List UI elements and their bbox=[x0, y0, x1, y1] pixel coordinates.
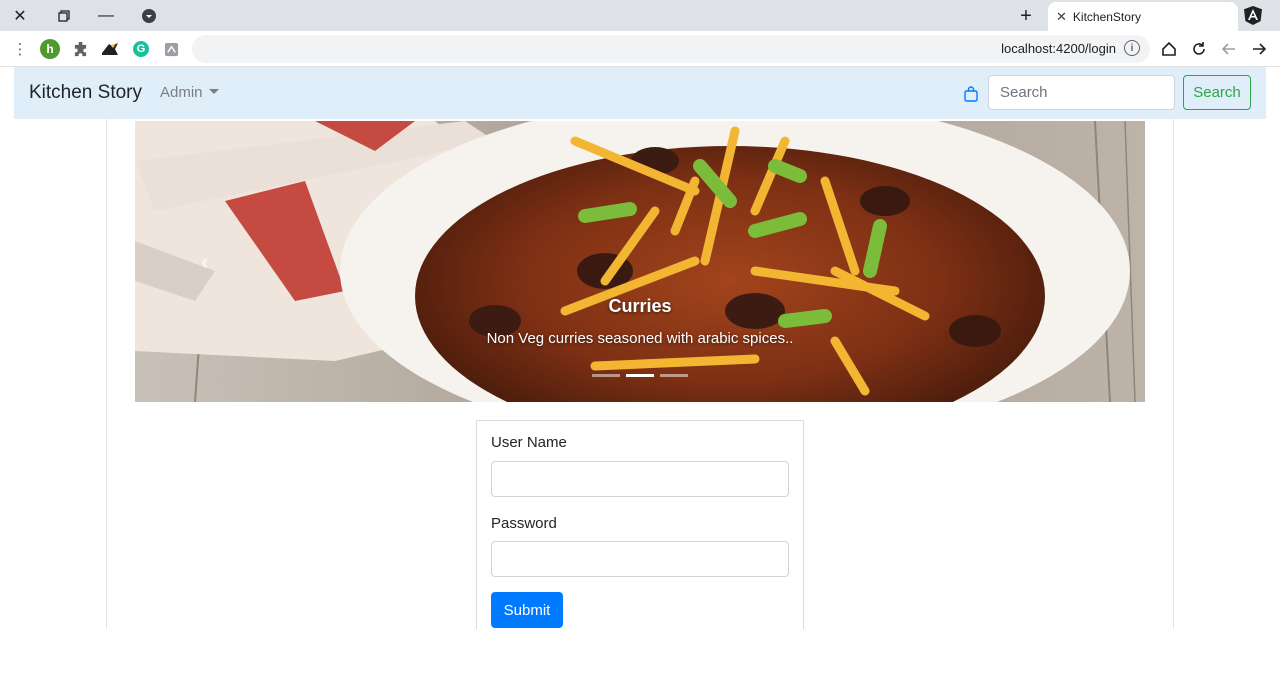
reload-icon[interactable] bbox=[1188, 38, 1210, 60]
extension-pdf-icon[interactable] bbox=[160, 38, 182, 60]
password-field[interactable] bbox=[491, 541, 789, 577]
submit-button[interactable]: Submit bbox=[491, 592, 563, 628]
app-navbar: Kitchen Story Admin Search bbox=[14, 67, 1266, 119]
admin-dropdown[interactable]: Admin bbox=[160, 84, 219, 101]
address-bar[interactable]: localhost:4200/login i bbox=[192, 35, 1150, 63]
tab-title: KitchenStory bbox=[1072, 9, 1141, 24]
site-info-icon[interactable]: i bbox=[1124, 40, 1140, 56]
browser-menu-icon[interactable]: ⋮ bbox=[9, 38, 31, 60]
browser-tab-strip: ✕ — + ✕ KitchenStory bbox=[0, 0, 1280, 31]
browser-toolbar: ⋮ h G ☆ localhost:4200/login i bbox=[0, 31, 1280, 67]
close-tab-icon[interactable]: ✕ bbox=[1056, 9, 1067, 25]
grammarly-icon[interactable]: G bbox=[133, 41, 149, 57]
username-field[interactable] bbox=[491, 461, 789, 497]
navbar-brand[interactable]: Kitchen Story bbox=[29, 82, 142, 104]
carousel-indicator-active[interactable] bbox=[626, 374, 654, 377]
carousel-indicator[interactable] bbox=[592, 374, 620, 377]
carousel-caption-text: Non Veg curries seasoned with arabic spi… bbox=[486, 330, 794, 347]
admin-dropdown-label: Admin bbox=[160, 84, 203, 101]
carousel-caption-title: Curries bbox=[608, 296, 672, 316]
carousel-prev-icon[interactable]: ‹ bbox=[201, 249, 217, 274]
carousel-indicator[interactable] bbox=[660, 374, 688, 377]
search-button[interactable]: Search bbox=[1183, 75, 1251, 110]
extension-dark-icon[interactable] bbox=[99, 38, 121, 60]
forward-arrow-icon[interactable] bbox=[1248, 38, 1270, 60]
carousel-slide-image bbox=[135, 121, 1145, 402]
carousel-caption: Curries Non Veg curries seasoned with ar… bbox=[135, 296, 1145, 347]
minimize-window-icon[interactable]: — bbox=[86, 0, 126, 31]
tab-kitchenstory[interactable]: ✕ KitchenStory bbox=[1048, 2, 1238, 31]
restore-window-icon[interactable] bbox=[44, 0, 84, 31]
food-carousel: ‹ Curries Non Veg curries seasoned with … bbox=[135, 121, 1145, 402]
shopping-bag-icon[interactable] bbox=[964, 86, 978, 102]
extensions-puzzle-icon[interactable] bbox=[69, 38, 91, 60]
close-window-icon[interactable]: ✕ bbox=[0, 0, 40, 31]
caret-down-icon bbox=[208, 89, 219, 94]
search-input[interactable] bbox=[988, 75, 1175, 110]
username-label: User Name bbox=[491, 434, 567, 451]
new-tab-icon[interactable]: + bbox=[1012, 3, 1040, 29]
carousel-indicators bbox=[135, 374, 1145, 377]
address-url[interactable]: localhost:4200/login bbox=[1001, 41, 1116, 56]
tab-search-icon[interactable] bbox=[129, 0, 169, 31]
back-arrow-icon[interactable] bbox=[1218, 38, 1240, 60]
angular-devtools-icon[interactable] bbox=[1244, 6, 1262, 25]
extension-h-icon[interactable]: h bbox=[40, 39, 60, 59]
home-icon[interactable] bbox=[1158, 38, 1180, 60]
login-form: User Name Password Submit bbox=[476, 420, 804, 629]
password-label: Password bbox=[491, 515, 557, 532]
